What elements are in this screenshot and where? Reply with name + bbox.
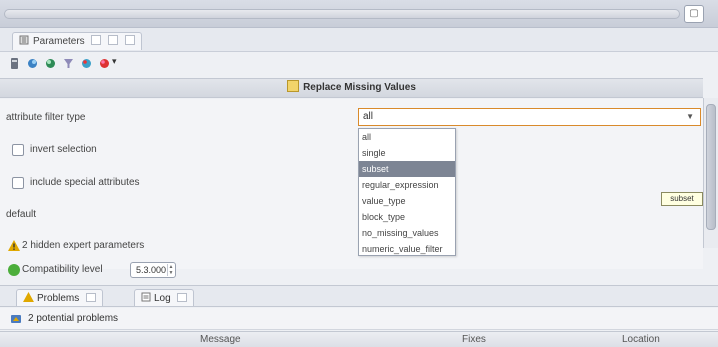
quick-fix-icon[interactable] (44, 57, 57, 70)
problems-warning-icon (23, 292, 34, 302)
dropdown-option-single[interactable]: single (359, 145, 455, 161)
include-special-attributes-label: include special attributes (30, 177, 140, 188)
maximize-button[interactable]: ▢ (684, 5, 704, 23)
view-tabbar: Parameters (0, 28, 718, 52)
include-special-attributes-checkbox[interactable] (12, 177, 24, 189)
operator-icon (287, 80, 300, 92)
default-label: default (6, 209, 37, 220)
dropdown-option-block-type[interactable]: block_type (359, 209, 455, 225)
problems-summary-row: 2 potential problems (0, 308, 718, 330)
dropdown-option-all[interactable]: all (359, 129, 455, 145)
operator-panel-header: Replace Missing Values (0, 78, 703, 98)
top-scrollbar[interactable]: ▢ (0, 0, 718, 28)
compatibility-level-value: 5.3.000 (136, 265, 167, 275)
log-tab-minimize-button[interactable] (177, 293, 188, 302)
toggle-expert-icon[interactable] (26, 57, 39, 70)
disable-operator-icon[interactable] (98, 57, 111, 70)
invert-selection-checkbox[interactable] (12, 144, 24, 156)
attribute-filter-type-value: all (363, 111, 374, 122)
operator-title: Replace Missing Values (303, 82, 416, 93)
toolbar-dropdown-chevron-icon[interactable]: ▾ (112, 56, 125, 69)
tab-log[interactable]: Log (134, 289, 195, 306)
vertical-scroll-thumb[interactable] (706, 104, 716, 230)
operator-info-icon[interactable] (8, 57, 21, 70)
dropdown-option-regular-expression[interactable]: regular_expression (359, 177, 455, 193)
parameters-icon (19, 34, 29, 45)
problems-tabbar: Problems Log (0, 285, 718, 307)
parameters-vertical-scrollbar[interactable] (703, 98, 718, 248)
problems-table-header: Message Fixes Location (0, 331, 718, 347)
problems-summary-text: 2 potential problems (28, 313, 119, 324)
top-scroll-track[interactable] (4, 9, 680, 19)
tab-parameters-label: Parameters (33, 36, 85, 47)
dropdown-option-no-missing-values[interactable]: no_missing_values (359, 225, 455, 241)
attribute-filter-type-dropdown: all single subset regular_expression val… (358, 128, 456, 256)
log-icon (141, 292, 151, 302)
problems-tab-minimize-button[interactable] (86, 293, 97, 302)
attribute-filter-type-label: attribute filter type (6, 112, 86, 123)
tab-log-label: Log (154, 293, 171, 304)
dropdown-option-value-type[interactable]: value_type (359, 193, 455, 209)
filter-icon[interactable] (62, 57, 75, 70)
problems-summary-icon (11, 315, 21, 323)
warning-icon (8, 240, 20, 251)
breakpoint-icon[interactable] (80, 57, 93, 70)
compatibility-level-spinner[interactable]: 5.3.000 ▲ ▼ (130, 262, 176, 278)
spinner-arrows-icon[interactable]: ▲ ▼ (167, 264, 174, 276)
tab-minimize-button[interactable] (91, 35, 102, 45)
hidden-expert-parameters-link[interactable]: 2 hidden expert parameters (22, 240, 144, 251)
tab-problems[interactable]: Problems (16, 289, 104, 306)
compatibility-level-label: Compatibility level (22, 264, 103, 275)
column-header-message[interactable]: Message (200, 332, 241, 347)
tab-problems-label: Problems (37, 293, 80, 304)
chevron-down-icon[interactable]: ▼ (686, 109, 694, 125)
option-tooltip: subset (661, 192, 703, 206)
dropdown-option-subset[interactable]: subset (359, 161, 455, 177)
attribute-filter-type-select[interactable]: all ▼ (358, 108, 701, 126)
column-header-location[interactable]: Location (622, 332, 660, 347)
dropdown-option-numeric-value-filter[interactable]: numeric_value_filter (359, 241, 455, 257)
column-header-fixes[interactable]: Fixes (462, 332, 486, 347)
tab-parameters[interactable]: Parameters (12, 32, 143, 50)
tab-close-button[interactable] (125, 35, 136, 45)
parameters-toolbar: ▾ (0, 52, 718, 76)
compatibility-ok-icon (8, 264, 20, 276)
invert-selection-label: invert selection (30, 144, 97, 155)
tab-maximize-button[interactable] (108, 35, 119, 45)
